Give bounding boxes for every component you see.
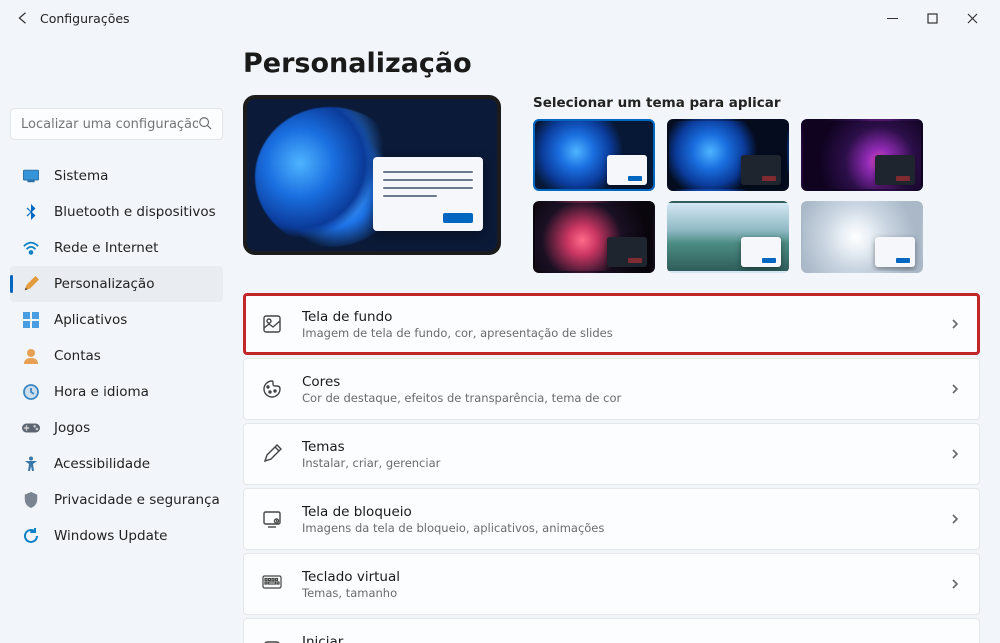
sidebar-item-label: Bluetooth e dispositivos: [54, 204, 216, 220]
sidebar-item-bluetooth[interactable]: Bluetooth e dispositivos: [10, 194, 223, 230]
titlebar: Configurações: [0, 0, 1000, 36]
setting-item[interactable]: TemasInstalar, criar, gerenciar: [243, 423, 980, 485]
setting-title: Tela de fundo: [302, 309, 949, 325]
setting-icon: [262, 379, 282, 399]
setting-item[interactable]: Tela de bloqueioImagens da tela de bloqu…: [243, 488, 980, 550]
theme-tile-5[interactable]: [667, 201, 789, 273]
setting-title: Teclado virtual: [302, 569, 949, 585]
chevron-right-icon: [949, 445, 961, 464]
minimize-button[interactable]: [872, 4, 912, 32]
chevron-right-icon: [949, 510, 961, 529]
main-content: Personalização Selecionar um tema para a…: [235, 36, 1000, 643]
maximize-button[interactable]: [912, 4, 952, 32]
sidebar-item-label: Acessibilidade: [54, 456, 150, 472]
setting-icon: [262, 639, 282, 643]
theme-tile-1[interactable]: [533, 119, 655, 191]
theme-section-title: Selecionar um tema para aplicar: [533, 95, 923, 111]
network-icon: [22, 239, 40, 257]
chevron-right-icon: [949, 640, 961, 643]
sidebar-item-system[interactable]: Sistema: [10, 158, 223, 194]
page-title: Personalização: [243, 48, 980, 79]
sidebar-item-personalization[interactable]: Personalização: [10, 266, 223, 302]
gaming-icon: [22, 419, 40, 437]
apps-icon: [22, 311, 40, 329]
setting-title: Tela de bloqueio: [302, 504, 949, 520]
setting-title: Temas: [302, 439, 949, 455]
search-input[interactable]: [21, 117, 198, 132]
time-icon: [22, 383, 40, 401]
personalization-icon: [22, 275, 40, 293]
sidebar-item-privacy[interactable]: Privacidade e segurança: [10, 482, 223, 518]
bluetooth-icon: [22, 203, 40, 221]
setting-subtitle: Imagens da tela de bloqueio, aplicativos…: [302, 521, 949, 535]
setting-item[interactable]: IniciarItens e aplicativos recentes, pas…: [243, 618, 980, 643]
setting-item[interactable]: Teclado virtualTemas, tamanho: [243, 553, 980, 615]
theme-tile-3[interactable]: [801, 119, 923, 191]
sidebar-item-label: Personalização: [54, 276, 154, 292]
sidebar-item-accessibility[interactable]: Acessibilidade: [10, 446, 223, 482]
back-button[interactable]: [8, 4, 36, 32]
sidebar-item-label: Hora e idioma: [54, 384, 149, 400]
setting-icon: [262, 509, 282, 529]
setting-item[interactable]: Tela de fundoImagem de tela de fundo, co…: [243, 293, 980, 355]
chevron-right-icon: [949, 575, 961, 594]
desktop-preview: [243, 95, 501, 255]
sidebar-item-time[interactable]: Hora e idioma: [10, 374, 223, 410]
setting-item[interactable]: CoresCor de destaque, efeitos de transpa…: [243, 358, 980, 420]
sidebar-item-label: Rede e Internet: [54, 240, 158, 256]
setting-subtitle: Instalar, criar, gerenciar: [302, 456, 949, 470]
sidebar-item-apps[interactable]: Aplicativos: [10, 302, 223, 338]
setting-title: Cores: [302, 374, 949, 390]
update-icon: [22, 527, 40, 545]
sidebar-item-label: Jogos: [54, 420, 90, 436]
close-button[interactable]: [952, 4, 992, 32]
sidebar-item-label: Windows Update: [54, 528, 167, 544]
setting-icon: [262, 574, 282, 594]
chevron-right-icon: [949, 315, 961, 334]
window-controls: [872, 4, 992, 32]
setting-title: Iniciar: [302, 634, 949, 643]
theme-tile-6[interactable]: [801, 201, 923, 273]
accessibility-icon: [22, 455, 40, 473]
sidebar: Sistema Bluetooth e dispositivos Rede e In…: [0, 36, 235, 643]
sidebar-item-gaming[interactable]: Jogos: [10, 410, 223, 446]
privacy-icon: [22, 491, 40, 509]
search-box[interactable]: [10, 108, 223, 140]
system-icon: [22, 167, 40, 185]
sidebar-item-accounts[interactable]: Contas: [10, 338, 223, 374]
setting-subtitle: Imagem de tela de fundo, cor, apresentaç…: [302, 326, 949, 340]
setting-icon: [262, 314, 282, 334]
theme-chooser: Selecionar um tema para aplicar: [533, 95, 923, 273]
search-icon: [198, 115, 212, 134]
setting-icon: [262, 444, 282, 464]
setting-subtitle: Temas, tamanho: [302, 586, 949, 600]
window-title: Configurações: [40, 11, 130, 26]
chevron-right-icon: [949, 380, 961, 399]
accounts-icon: [22, 347, 40, 365]
sidebar-item-label: Sistema: [54, 168, 108, 184]
setting-subtitle: Cor de destaque, efeitos de transparênci…: [302, 391, 949, 405]
sidebar-item-label: Contas: [54, 348, 101, 364]
theme-tile-2[interactable]: [667, 119, 789, 191]
theme-tile-4[interactable]: [533, 201, 655, 273]
sidebar-item-update[interactable]: Windows Update: [10, 518, 223, 554]
sidebar-item-label: Aplicativos: [54, 312, 127, 328]
sidebar-item-network[interactable]: Rede e Internet: [10, 230, 223, 266]
sidebar-item-label: Privacidade e segurança: [54, 492, 220, 508]
